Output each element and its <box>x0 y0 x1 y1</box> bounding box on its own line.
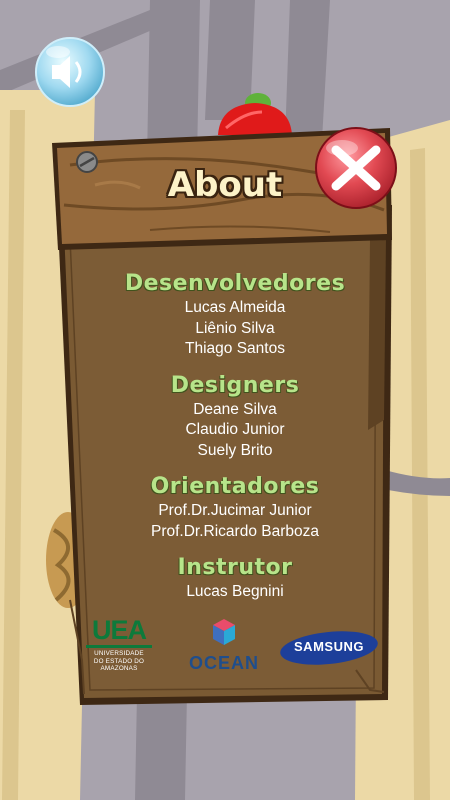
samsung-logo-text: SAMSUNG <box>294 639 364 654</box>
uea-logo-line: AMAZONAS <box>100 665 138 672</box>
credits-section-instructor: Instrutor Lucas Begnini <box>95 554 375 603</box>
uea-logo-line: UNIVERSIDADE <box>94 650 144 657</box>
ocean-logo-text: OCEAN <box>188 653 259 673</box>
credit-name: Claudio Junior <box>185 421 285 438</box>
ocean-logo: OCEAN <box>184 620 264 676</box>
credits-list: Desenvolvedores Lucas Almeida Liênio Sil… <box>95 270 375 615</box>
credit-name: Prof.Dr.Jucimar Junior <box>158 502 312 519</box>
section-heading: Desenvolvedores <box>124 271 346 296</box>
samsung-logo: SAMSUNG <box>280 630 378 666</box>
section-heading: Orientadores <box>150 474 320 499</box>
credit-name: Lucas Almeida <box>184 299 286 316</box>
credits-section-designers: Designers Deane Silva Claudio Junior Sue… <box>95 372 375 462</box>
credit-name: Prof.Dr.Ricardo Barboza <box>151 522 319 540</box>
section-heading: Designers <box>170 372 300 398</box>
credit-name: Deane Silva <box>193 400 277 418</box>
page-title: About <box>167 165 283 205</box>
section-heading: Instrutor <box>177 555 293 580</box>
uea-logo-divider <box>86 645 152 648</box>
uea-logo-mark: UEA <box>91 615 147 645</box>
credits-section-advisors: Orientadores Prof.Dr.Jucimar Junior Prof… <box>95 473 375 542</box>
credit-name: Thiago Santos <box>185 340 285 357</box>
uea-logo: UEA UNIVERSIDADE DO ESTADO DO AMAZONAS <box>84 616 154 673</box>
credit-name: Liênio Silva <box>195 319 275 337</box>
credits-section-developers: Desenvolvedores Lucas Almeida Liênio Sil… <box>95 270 375 360</box>
credit-name: Lucas Begnini <box>186 583 284 600</box>
uea-logo-line: DO ESTADO DO <box>93 657 145 665</box>
credit-name: Suely Brito <box>197 441 273 459</box>
sound-toggle-button[interactable] <box>36 38 104 106</box>
